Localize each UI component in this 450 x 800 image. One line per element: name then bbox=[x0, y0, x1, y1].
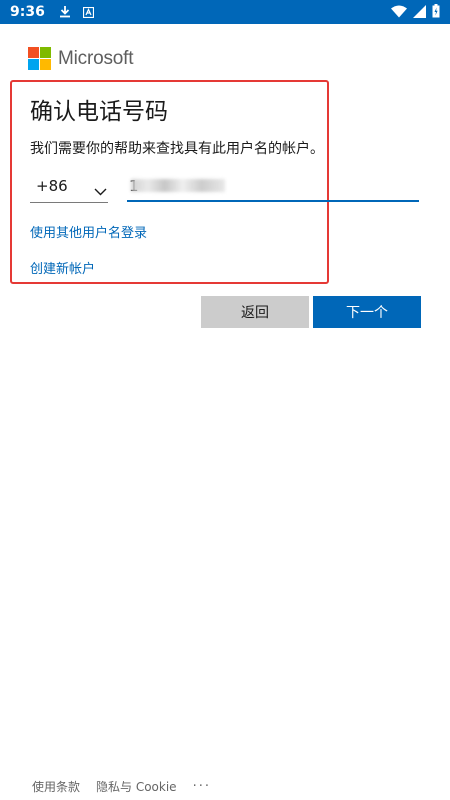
next-button[interactable]: 下一个 bbox=[313, 296, 421, 328]
status-bar: 9:36 bbox=[0, 0, 450, 24]
country-code-select[interactable]: +86 bbox=[30, 172, 108, 203]
screen: 9:36 Microsoft 确认电话号码 我们需要你的帮助来查找具有此用户名的… bbox=[0, 0, 450, 800]
signal-icon bbox=[413, 3, 426, 22]
privacy-cookie-link[interactable]: 隐私与 Cookie bbox=[96, 778, 177, 795]
masked-phone-number bbox=[131, 179, 225, 192]
more-options-button[interactable]: ··· bbox=[193, 779, 211, 794]
download-icon bbox=[59, 3, 71, 22]
use-other-username-link[interactable]: 使用其他用户名登录 bbox=[30, 222, 147, 241]
page-title: 确认电话号码 bbox=[30, 99, 168, 125]
microsoft-logo-icon bbox=[28, 47, 51, 70]
terms-link[interactable]: 使用条款 bbox=[32, 778, 80, 795]
back-button[interactable]: 返回 bbox=[201, 296, 309, 328]
wifi-icon bbox=[391, 3, 407, 22]
create-account-link[interactable]: 创建新帐户 bbox=[30, 258, 95, 277]
app-notification-icon bbox=[82, 3, 94, 22]
country-code-value: +86 bbox=[36, 177, 68, 195]
chevron-down-icon bbox=[94, 181, 107, 200]
status-icons-right bbox=[391, 0, 440, 24]
status-time: 9:36 bbox=[10, 4, 45, 20]
footer: 使用条款 隐私与 Cookie ··· bbox=[32, 778, 211, 795]
status-icons-left bbox=[59, 3, 94, 22]
battery-icon bbox=[432, 3, 440, 22]
microsoft-logo: Microsoft bbox=[28, 47, 133, 70]
brand-name: Microsoft bbox=[58, 47, 134, 69]
page-description: 我们需要你的帮助来查找具有此用户名的帐户。 bbox=[30, 141, 324, 157]
